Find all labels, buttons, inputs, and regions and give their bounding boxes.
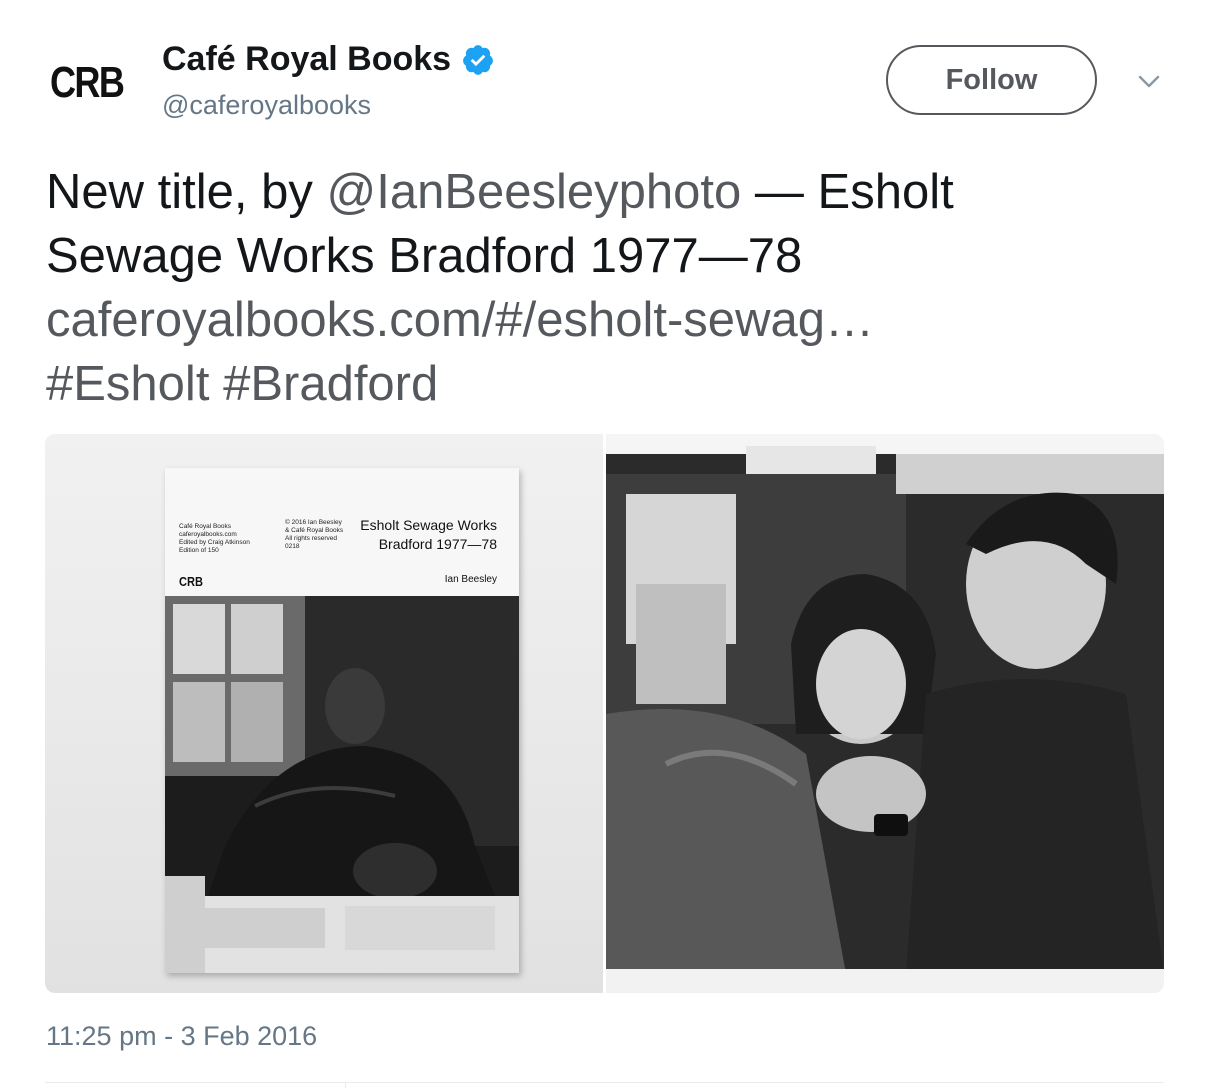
- book-title: Esholt Sewage Works Bradford 1977—78: [360, 517, 497, 552]
- url-link[interactable]: caferoyalbooks.com/#/esholt-sewag…: [46, 293, 874, 347]
- book-author: Ian Beesley: [444, 574, 497, 585]
- mention-link[interactable]: @IanBeesleyphoto: [326, 165, 741, 219]
- display-name[interactable]: Café Royal Books: [162, 40, 451, 79]
- book-cover: Café Royal Books caferoyalbooks.com Edit…: [165, 468, 519, 973]
- tweet-media[interactable]: Café Royal Books caferoyalbooks.com Edit…: [45, 434, 1164, 993]
- tweet-text-mid: — Esholt: [741, 165, 954, 219]
- book-publisher-info: Café Royal Books caferoyalbooks.com Edit…: [179, 523, 250, 554]
- verified-badge-icon: [463, 44, 493, 75]
- tweet-text: New title, by @IanBeesleyphoto — Esholt …: [46, 160, 1176, 416]
- hashtag-esholt[interactable]: #Esholt: [46, 357, 209, 411]
- book-logo: CRB: [179, 574, 203, 589]
- inside-spread-photo[interactable]: [606, 434, 1164, 993]
- book-cover-photo[interactable]: Café Royal Books caferoyalbooks.com Edit…: [45, 434, 603, 993]
- follow-button[interactable]: Follow: [886, 45, 1097, 115]
- tweet-timestamp[interactable]: 11:25 pm - 3 Feb 2016: [46, 1021, 317, 1052]
- tweet-text-line2: Sewage Works Bradford 1977—78: [46, 229, 803, 283]
- avatar[interactable]: CRB: [50, 58, 125, 110]
- book-cover-image: [165, 596, 519, 973]
- divider-tick: [345, 1082, 346, 1088]
- tweet-text-prefix: New title, by: [46, 165, 327, 219]
- user-handle[interactable]: @caferoyalbooks: [162, 90, 371, 121]
- author-name-row: Café Royal Books: [162, 40, 495, 79]
- hashtag-bradford[interactable]: #Bradford: [223, 357, 438, 411]
- divider: [45, 1082, 1164, 1083]
- chevron-down-icon[interactable]: [1134, 66, 1164, 96]
